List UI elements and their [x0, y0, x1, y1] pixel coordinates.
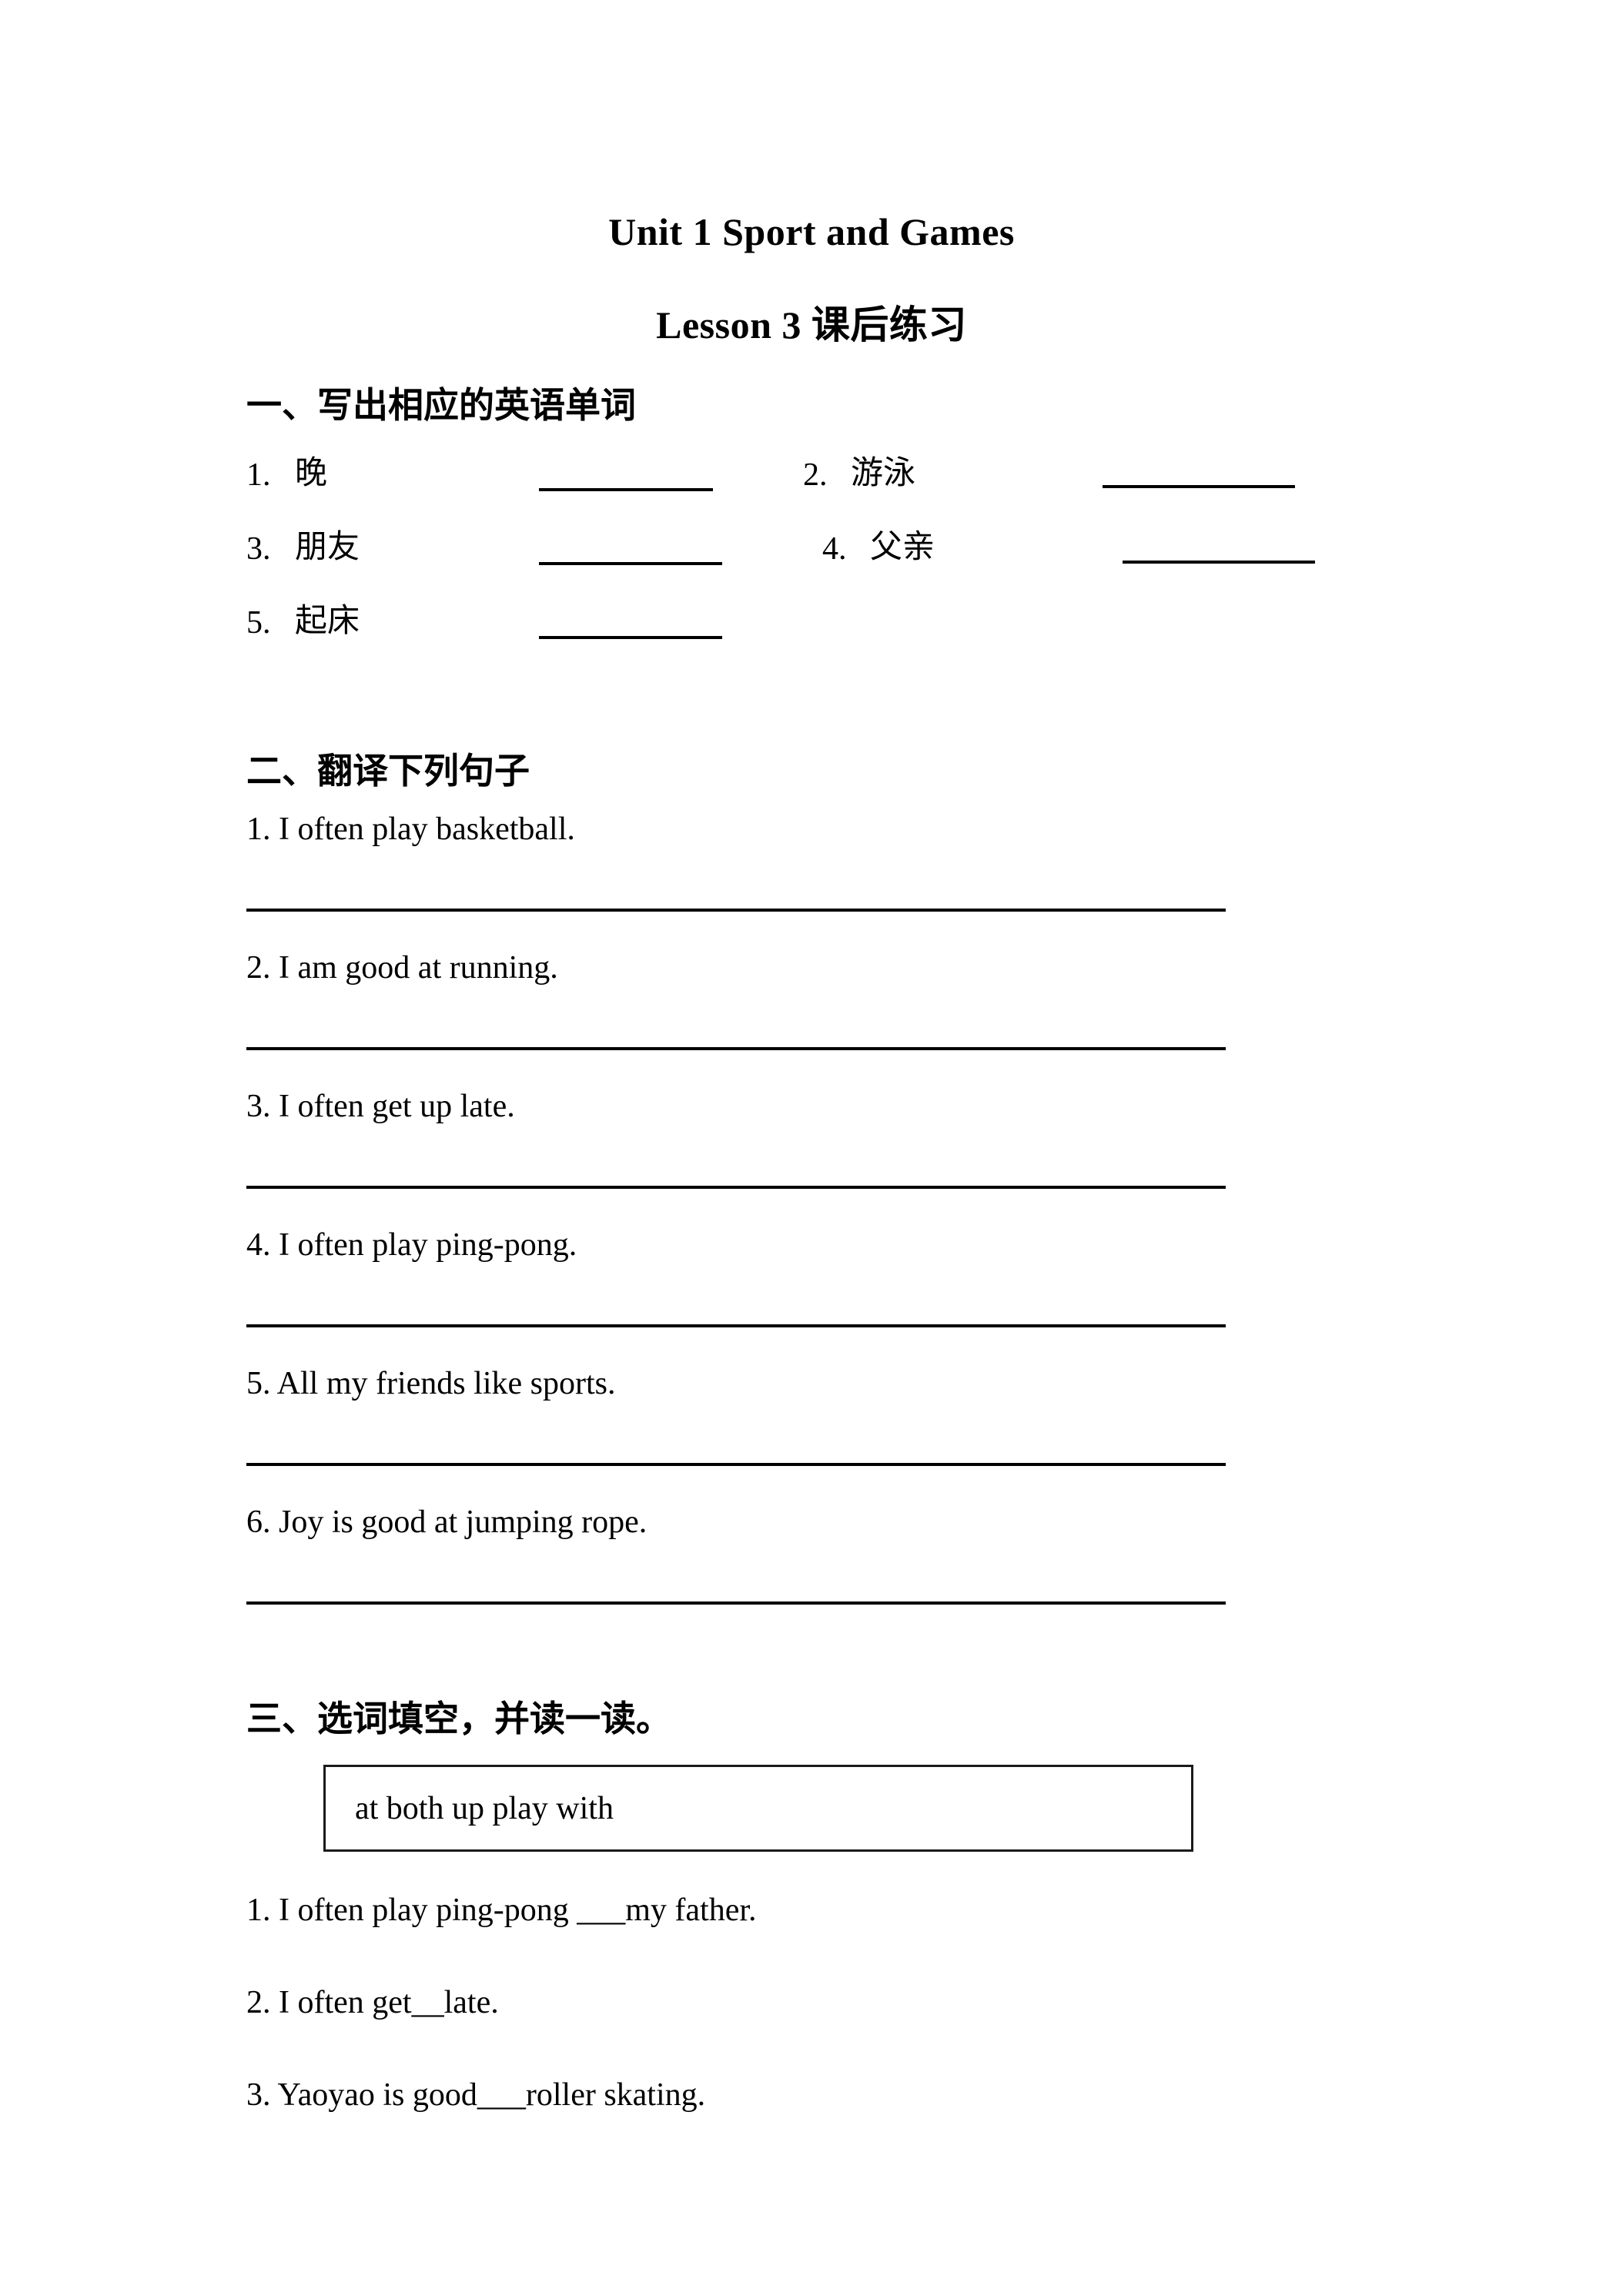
translate-sentence-6: 6. Joy is good at jumping rope.	[246, 1504, 648, 1540]
vocab-item-5-blank[interactable]	[539, 636, 722, 639]
section-heading-word-choice: 三、选词填空，并读一读。	[246, 1699, 671, 1739]
vocab-item-5-number: 5.	[246, 605, 271, 641]
vocab-item-3-number: 3.	[246, 531, 271, 567]
fill-blank-question-2: 2. I often get__late.	[246, 1985, 499, 2020]
vocab-item-4-blank[interactable]	[1123, 561, 1315, 564]
translate-answer-line-5[interactable]	[246, 1463, 1226, 1466]
translate-sentence-2: 2. I am good at running.	[246, 950, 558, 986]
section-heading-vocabulary: 一、写出相应的英语单词	[246, 386, 636, 425]
translate-answer-line-2[interactable]	[246, 1047, 1226, 1050]
page-title: Unit 1 Sport and Games	[608, 210, 1015, 253]
section-heading-translation: 二、翻译下列句子	[246, 751, 530, 791]
lesson-subtitle: Lesson 3 课后练习	[656, 303, 967, 346]
vocab-item-2-word: 游泳	[851, 456, 916, 491]
translate-sentence-3: 3. I often get up late.	[246, 1089, 515, 1124]
worksheet-page: Unit 1 Sport and Games Lesson 3 课后练习 一、写…	[0, 0, 1623, 2296]
translate-sentence-1: 1. I often play basketball.	[246, 812, 575, 847]
vocab-item-3-word: 朋友	[295, 530, 360, 565]
vocab-item-4-number: 4.	[822, 531, 847, 567]
fill-blank-question-1: 1. I often play ping-pong ___my father.	[246, 1893, 757, 1928]
vocab-item-3-blank[interactable]	[539, 562, 722, 565]
translate-answer-line-3[interactable]	[246, 1186, 1226, 1189]
word-bank-box: at both up play with	[323, 1765, 1193, 1852]
fill-blank-question-3: 3. Yaoyao is good___roller skating.	[246, 2077, 706, 2113]
translate-answer-line-6[interactable]	[246, 1602, 1226, 1605]
translate-sentence-4: 4. I often play ping-pong.	[246, 1227, 577, 1263]
vocab-item-2-blank[interactable]	[1103, 485, 1295, 488]
vocab-item-1-blank[interactable]	[539, 488, 713, 491]
vocab-item-1-word: 晚	[295, 456, 328, 491]
translate-answer-line-1[interactable]	[246, 909, 1226, 912]
translate-sentence-5: 5. All my friends like sports.	[246, 1366, 616, 1401]
word-bank-text: at both up play with	[355, 1791, 614, 1826]
vocab-item-1-number: 1.	[246, 457, 271, 493]
vocab-item-5-word: 起床	[295, 604, 360, 639]
translate-answer-line-4[interactable]	[246, 1324, 1226, 1327]
vocab-item-2-number: 2.	[803, 457, 828, 493]
vocab-item-4-word: 父亲	[870, 530, 935, 565]
